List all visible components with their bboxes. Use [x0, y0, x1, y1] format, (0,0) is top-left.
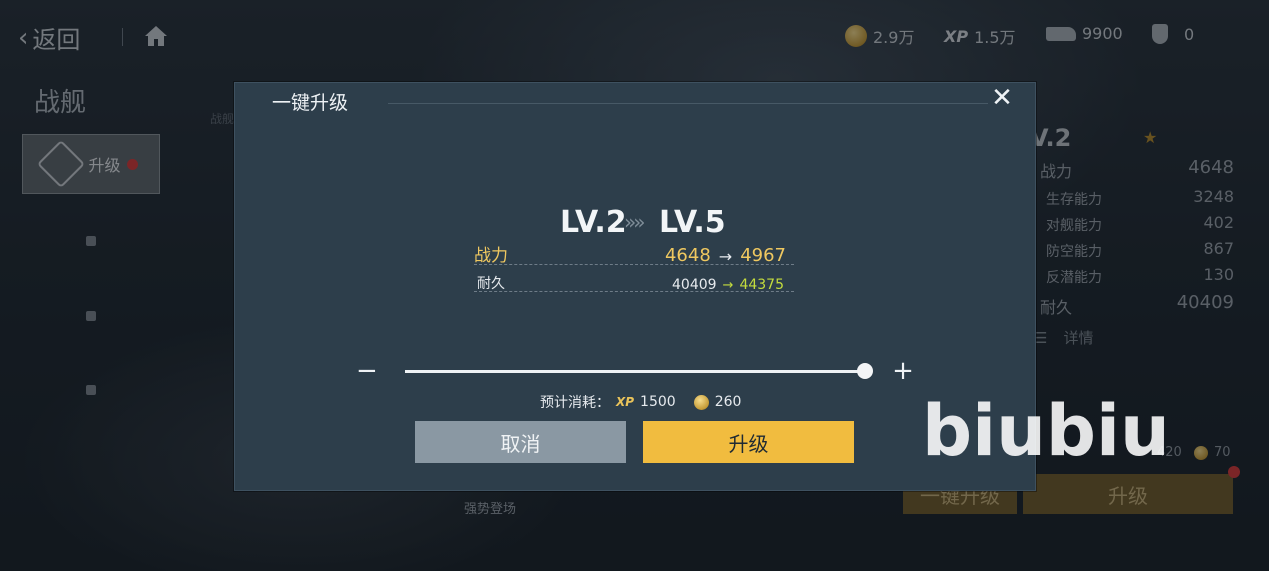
row-divider: [474, 291, 794, 293]
upgrade-button[interactable]: 升级: [643, 421, 854, 463]
increase-button[interactable]: +: [892, 356, 914, 386]
watermark: biubiu: [922, 390, 1170, 472]
level-to: LV.5: [659, 205, 726, 240]
coin-icon: [693, 394, 709, 410]
cost-xp-value: 1500: [640, 394, 676, 410]
row-divider: [474, 264, 794, 266]
level-slider-track[interactable]: [405, 370, 865, 373]
cost-label: 预计消耗：: [540, 395, 610, 411]
level-from: LV.2: [560, 205, 627, 240]
power-label: 战力: [474, 246, 508, 266]
header-divider: [388, 103, 988, 112]
dialog-title: 一键升级: [272, 92, 349, 114]
xp-icon: XP: [616, 395, 635, 409]
estimated-cost: 预计消耗： XP 1500 260: [540, 392, 741, 412]
durability-row: 耐久 40409 → 44375: [474, 273, 794, 293]
cancel-button[interactable]: 取消: [415, 421, 626, 463]
decrease-button[interactable]: −: [356, 356, 378, 386]
cost-coin-value: 260: [714, 394, 742, 410]
durability-label: 耐久: [477, 276, 505, 292]
upgrade-label: 升级: [728, 431, 769, 456]
power-old-value: 4648: [664, 245, 711, 266]
power-new-value: 4967: [740, 245, 786, 266]
cancel-label: 取消: [500, 431, 541, 456]
power-row: 战力 4648 → 4967: [474, 241, 794, 266]
level-slider-handle[interactable]: [857, 363, 873, 379]
close-icon[interactable]: ✕: [990, 85, 1014, 111]
double-chevron-icon: »»: [624, 210, 646, 234]
